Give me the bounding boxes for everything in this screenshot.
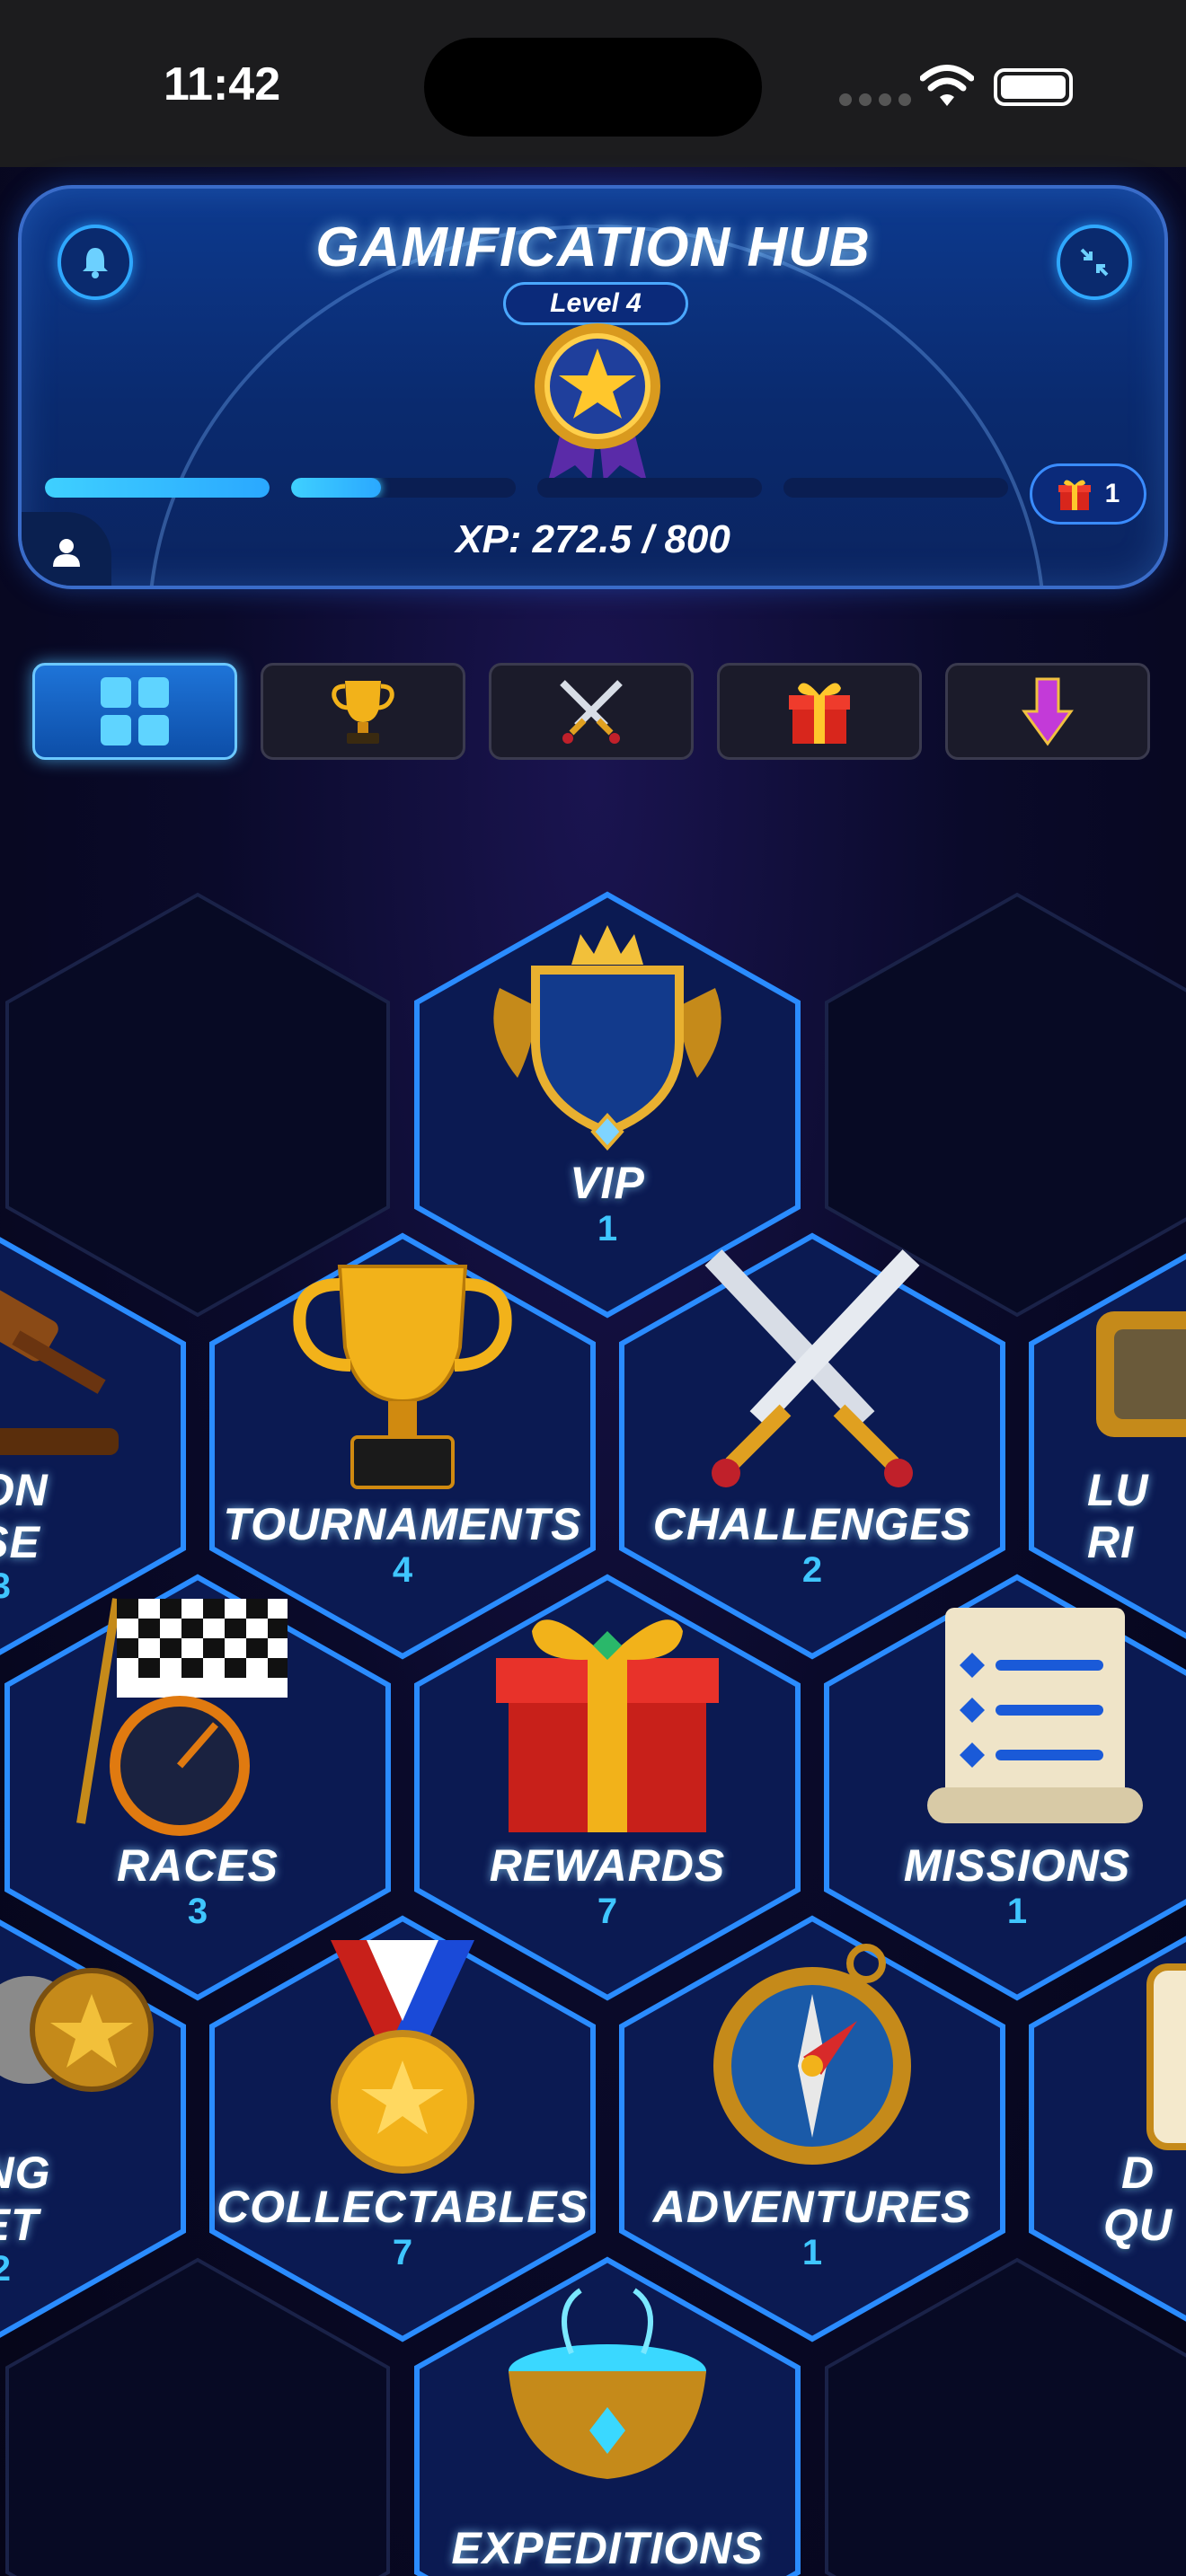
slot-machine-icon	[1096, 1311, 1186, 1437]
wifi-icon	[920, 65, 974, 106]
tab-challenges[interactable]	[489, 663, 694, 760]
magic-cauldron-icon	[509, 2288, 706, 2479]
tile-label: VIP	[570, 1158, 645, 1208]
gamification-hub-panel: GAMIFICATION HUB Level 4 1 XP: 272.5 / 8…	[18, 185, 1168, 589]
tile-label: REWARDS	[489, 1840, 726, 1891]
tile-label: CHALLENGES	[652, 1499, 972, 1549]
tile-label: RACES	[116, 1840, 279, 1891]
crossed-swords-icon	[560, 680, 623, 744]
gift-count: 1	[1104, 479, 1120, 508]
empty-hex-tile	[0, 2254, 395, 2576]
shield-crown-icon	[493, 925, 721, 1151]
gavel-icon	[0, 1288, 119, 1455]
xp-readout: XP: 272.5 / 800	[456, 517, 730, 561]
crossed-swords-icon	[704, 1249, 920, 1487]
tab-tournaments[interactable]	[261, 663, 465, 760]
gold-medal-icon	[331, 1940, 474, 2174]
scroll-checklist-icon	[927, 1608, 1143, 1823]
tile-label-line-2: QU	[1103, 2200, 1173, 2250]
trophy-icon	[293, 1265, 512, 1489]
xp-progress-bars	[45, 478, 1008, 498]
empty-hex-tile	[819, 2254, 1186, 2576]
tile-label-line-1: LU	[1087, 1465, 1149, 1515]
hub-title: GAMIFICATION HUB	[315, 216, 871, 278]
trophy-icon	[332, 681, 394, 744]
level-badge: Level 4	[503, 282, 688, 325]
gift-box-icon	[496, 1619, 719, 1832]
compass-icon	[713, 1944, 911, 2165]
gift-icon	[1058, 480, 1091, 510]
down-arrow-icon	[1022, 677, 1074, 746]
grid-icon	[101, 677, 169, 745]
xp-segment	[45, 478, 270, 498]
battery-icon	[994, 68, 1073, 106]
calendar-icon	[1146, 1963, 1186, 2150]
status-bar: 11:42	[0, 0, 1186, 167]
category-tabs	[32, 663, 1150, 760]
tile-expeditions[interactable]: EXPEDITIONS	[410, 2254, 805, 2576]
tab-rewards[interactable]	[717, 663, 922, 760]
tab-downloads[interactable]	[945, 663, 1150, 760]
tile-label-line-2: RI	[1087, 1517, 1134, 1567]
user-icon	[53, 539, 80, 567]
tile-label-line-1: D	[1121, 2148, 1155, 2198]
tile-label: ADVENTURES	[652, 2182, 972, 2232]
xp-segment	[537, 478, 762, 498]
clock: 11:42	[164, 58, 281, 110]
dynamic-island	[424, 38, 762, 137]
tile-label: EXPEDITIONS	[451, 2523, 764, 2573]
coins-icon	[0, 1968, 154, 2092]
tile-label: TOURNAMENTS	[223, 1499, 582, 1549]
level-medal-icon	[535, 323, 660, 481]
tile-label: COLLECTABLES	[217, 2182, 589, 2232]
racing-flag-icon	[76, 1598, 288, 1836]
gift-icon	[789, 683, 850, 744]
cellular-signal-icon	[839, 93, 911, 106]
feature-hex-grid: VIP 1 TION USE 3 TOURNAMENTS 4	[0, 889, 1186, 2576]
xp-segment	[291, 478, 516, 498]
tile-label: MISSIONS	[903, 1840, 1131, 1891]
xp-segment	[783, 478, 1008, 498]
gift-counter-button[interactable]: 1	[1030, 463, 1146, 525]
tab-all[interactable]	[32, 663, 237, 760]
